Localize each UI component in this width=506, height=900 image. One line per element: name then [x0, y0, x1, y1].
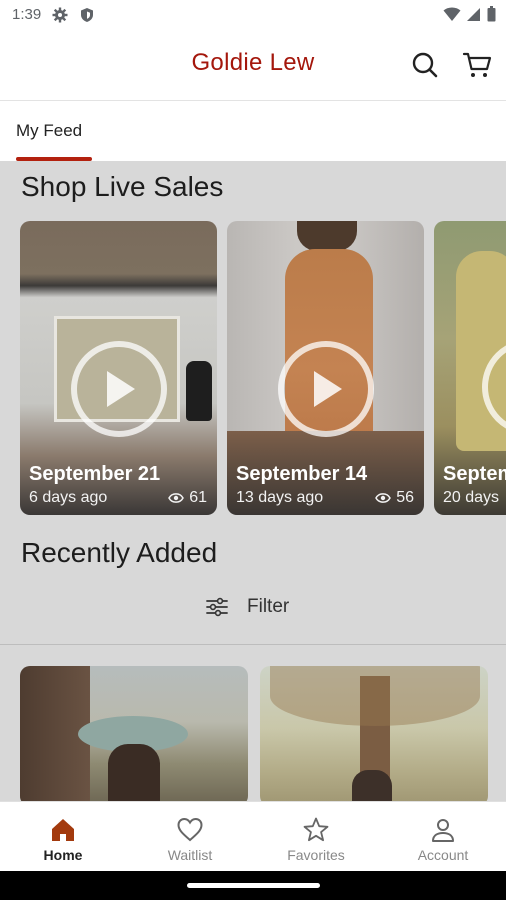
system-navigation-bar [0, 871, 506, 900]
play-icon [313, 371, 342, 407]
wifi-icon [443, 7, 461, 21]
eye-icon [375, 493, 392, 503]
status-bar: 1:39 [0, 0, 506, 32]
nav-favorites[interactable]: Favorites [253, 802, 379, 872]
model-image [352, 770, 392, 801]
model-image [108, 744, 160, 801]
tab-bar: My Feed [0, 100, 506, 162]
filter-button[interactable]: Filter [205, 596, 289, 618]
cart-icon [462, 52, 492, 77]
filter-label: Filter [247, 596, 290, 617]
product-tile[interactable] [260, 666, 488, 801]
sliders-icon [206, 597, 228, 617]
sale-age: 13 days ago [236, 489, 324, 506]
play-button[interactable] [277, 341, 374, 437]
person-icon [432, 819, 454, 842]
cart-button[interactable] [460, 48, 494, 82]
feed-content: Shop Live Sales September 21 6 days ago … [0, 161, 506, 801]
nav-account-label: Account [417, 847, 469, 863]
bottom-navigation: Home Waitlist Favorites Account [0, 801, 506, 872]
shield-icon [81, 8, 93, 22]
sale-age: 20 days [443, 489, 500, 506]
nav-account[interactable]: Account [380, 802, 506, 872]
search-button[interactable] [408, 48, 442, 82]
sale-date: Septem [443, 463, 506, 485]
live-sale-card[interactable]: September 21 6 days ago 61 [20, 221, 217, 515]
play-icon [106, 371, 135, 407]
tab-my-feed[interactable]: My Feed [16, 121, 82, 141]
live-sale-card[interactable]: Septem 20 days [434, 221, 506, 515]
tree-branches-image [270, 666, 480, 726]
nav-home[interactable]: Home [0, 802, 126, 872]
live-sale-card[interactable]: September 14 13 days ago 56 [227, 221, 424, 515]
nav-home-label: Home [43, 847, 83, 863]
view-count-value: 56 [396, 489, 414, 506]
nav-waitlist[interactable]: Waitlist [127, 802, 253, 872]
app-bar: Goldie Lew [0, 32, 506, 100]
nav-waitlist-label: Waitlist [167, 847, 213, 863]
sale-date: September 14 [236, 463, 368, 485]
battery-icon [487, 6, 496, 22]
section-divider [0, 644, 506, 645]
search-icon [412, 52, 438, 78]
home-icon [52, 819, 74, 841]
sale-date: September 21 [29, 463, 161, 485]
nav-favorites-label: Favorites [287, 847, 345, 863]
home-gesture-handle[interactable] [187, 883, 320, 888]
dress-form-image [186, 361, 212, 421]
view-count: 61 [168, 489, 207, 507]
view-count: 56 [375, 489, 414, 507]
star-icon [303, 817, 329, 842]
recently-added-heading: Recently Added [21, 537, 218, 568]
heart-icon [177, 817, 203, 842]
product-tile[interactable] [20, 666, 248, 801]
signal-icon [467, 7, 480, 21]
view-count-value: 61 [189, 489, 207, 506]
sale-age: 6 days ago [29, 489, 108, 506]
settings-icon [52, 7, 68, 23]
eye-icon [168, 493, 185, 503]
status-time: 1:39 [12, 6, 42, 23]
model-hair-image [297, 221, 357, 251]
play-button[interactable] [70, 341, 167, 437]
shop-live-sales-heading: Shop Live Sales [21, 171, 224, 202]
